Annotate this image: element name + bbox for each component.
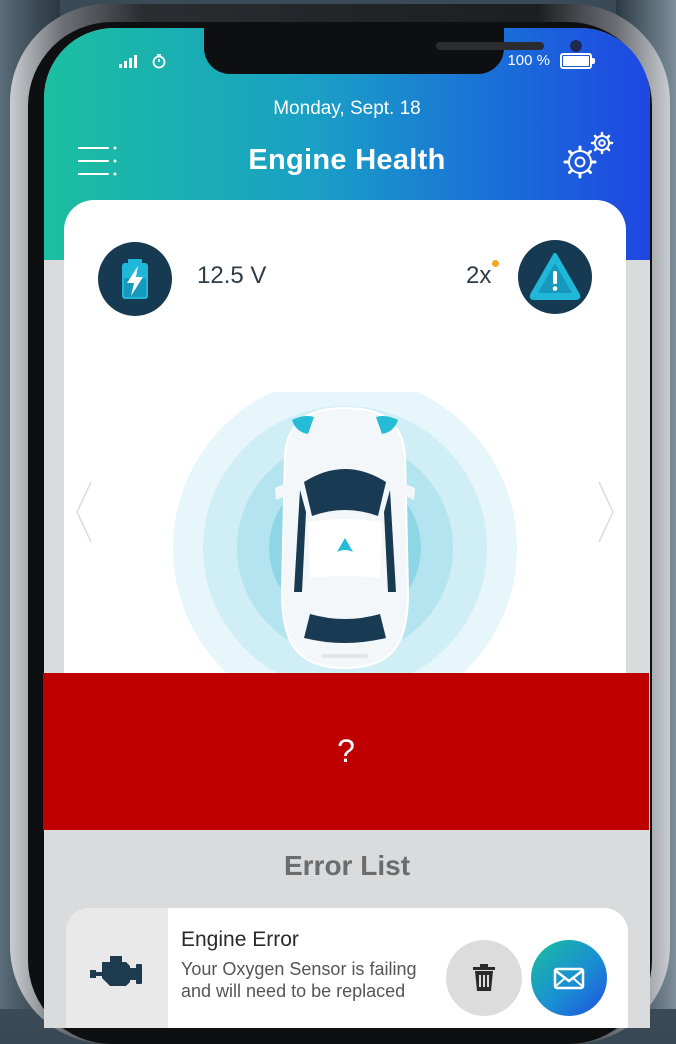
notch bbox=[204, 28, 582, 74]
email-button[interactable] bbox=[531, 940, 607, 1016]
speaker-grille bbox=[436, 42, 544, 50]
chevron-right-icon[interactable] bbox=[596, 480, 616, 544]
menu-button[interactable] bbox=[77, 144, 120, 178]
battery-status-button[interactable] bbox=[98, 242, 172, 316]
warning-icon bbox=[529, 253, 581, 300]
header-date: Monday, Sept. 18 bbox=[273, 98, 421, 119]
menu-icon bbox=[77, 146, 117, 176]
alert-button[interactable] bbox=[518, 240, 592, 314]
redaction-label: ? bbox=[337, 733, 355, 769]
settings-gears-icon bbox=[563, 131, 614, 179]
battery-percent: 100 % bbox=[507, 52, 550, 69]
battery-icon bbox=[560, 52, 595, 69]
error-message: Your Oxygen Sensor is failing and will n… bbox=[181, 959, 417, 1001]
battery-charge-icon bbox=[122, 259, 148, 299]
alert-count: 2x bbox=[466, 262, 492, 289]
error-list-item[interactable]: Engine Error Your Oxygen Sensor is faili… bbox=[66, 908, 628, 1028]
redaction-overlay: ? bbox=[43, 673, 649, 830]
timer-icon bbox=[152, 53, 166, 69]
phone-screen: 100 % Monday, Sept. 18 Engine Health 12.… bbox=[44, 28, 650, 1028]
engine-icon bbox=[90, 956, 142, 986]
chevron-left-icon[interactable] bbox=[74, 480, 94, 544]
mail-icon bbox=[553, 967, 585, 990]
alert-dot bbox=[492, 260, 499, 267]
front-camera bbox=[570, 40, 582, 52]
car-icon bbox=[173, 392, 517, 692]
error-title: Engine Error bbox=[181, 928, 299, 951]
delete-button[interactable] bbox=[446, 940, 522, 1016]
settings-button[interactable] bbox=[558, 128, 616, 184]
status-bar-right: 100 % bbox=[507, 52, 595, 69]
trash-icon bbox=[473, 964, 495, 991]
error-list-title: Error List bbox=[283, 850, 411, 881]
error-icon-box bbox=[66, 908, 168, 1028]
signal-icon bbox=[119, 54, 137, 68]
battery-voltage: 12.5 V bbox=[197, 262, 267, 289]
status-bar-left bbox=[119, 53, 167, 69]
